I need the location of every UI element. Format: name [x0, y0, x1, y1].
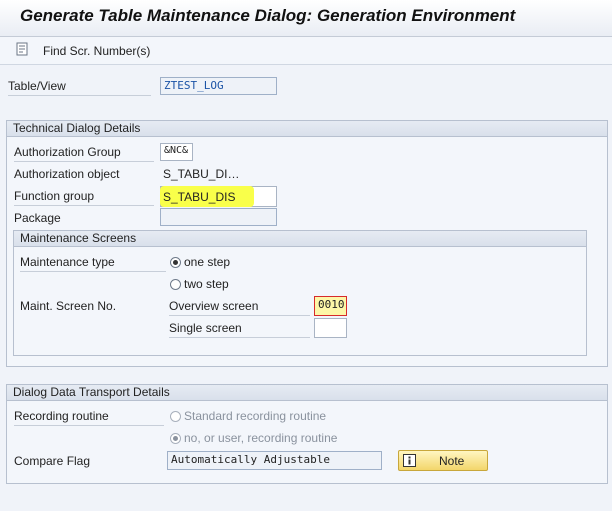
table-view-field[interactable]: ZTEST_LOG — [160, 77, 277, 95]
compare-flag-field[interactable]: Automatically Adjustable — [167, 451, 382, 470]
auth-object-value: S_TABU_DI… — [163, 167, 240, 181]
technical-dialog-header: Technical Dialog Details — [7, 121, 607, 137]
maintenance-screens-header: Maintenance Screens — [14, 231, 586, 247]
auth-group-label: Authorization Group — [14, 145, 154, 162]
find-screen-number-button[interactable]: Find Scr. Number(s) — [43, 44, 150, 58]
transport-details-header: Dialog Data Transport Details — [7, 385, 607, 401]
no-user-recording-label: no, or user, recording routine — [184, 431, 338, 445]
overview-screen-label: Overview screen — [169, 299, 310, 316]
note-button[interactable]: Note — [398, 450, 488, 471]
maint-screen-no-label: Maint. Screen No. — [20, 299, 117, 313]
note-button-label: Note — [439, 454, 465, 468]
maintenance-type-label: Maintenance type — [20, 255, 166, 272]
package-label: Package — [14, 211, 61, 225]
function-group-value: S_TABU_DIS — [163, 190, 236, 204]
info-icon — [403, 454, 416, 467]
auth-group-field[interactable]: &NC& — [160, 143, 193, 161]
document-icon[interactable] — [15, 42, 29, 56]
single-screen-field[interactable] — [314, 318, 347, 338]
window-title: Generate Table Maintenance Dialog: Gener… — [20, 6, 516, 25]
one-step-label: one step — [184, 255, 231, 269]
single-screen-label: Single screen — [169, 321, 310, 338]
recording-routine-label: Recording routine — [14, 409, 164, 426]
no-user-recording-radio[interactable] — [170, 433, 181, 444]
compare-flag-label: Compare Flag — [14, 454, 91, 468]
package-field[interactable] — [160, 208, 277, 226]
two-step-label: two step — [184, 277, 229, 291]
auth-object-label: Authorization object — [14, 167, 120, 181]
standard-recording-radio[interactable] — [170, 411, 181, 422]
two-step-radio[interactable] — [170, 279, 181, 290]
standard-recording-label: Standard recording routine — [184, 409, 327, 423]
function-group-label: Function group — [14, 189, 154, 206]
one-step-radio[interactable] — [170, 257, 181, 268]
table-view-label: Table/View — [8, 79, 151, 96]
overview-screen-field[interactable]: 0010 — [314, 296, 347, 316]
